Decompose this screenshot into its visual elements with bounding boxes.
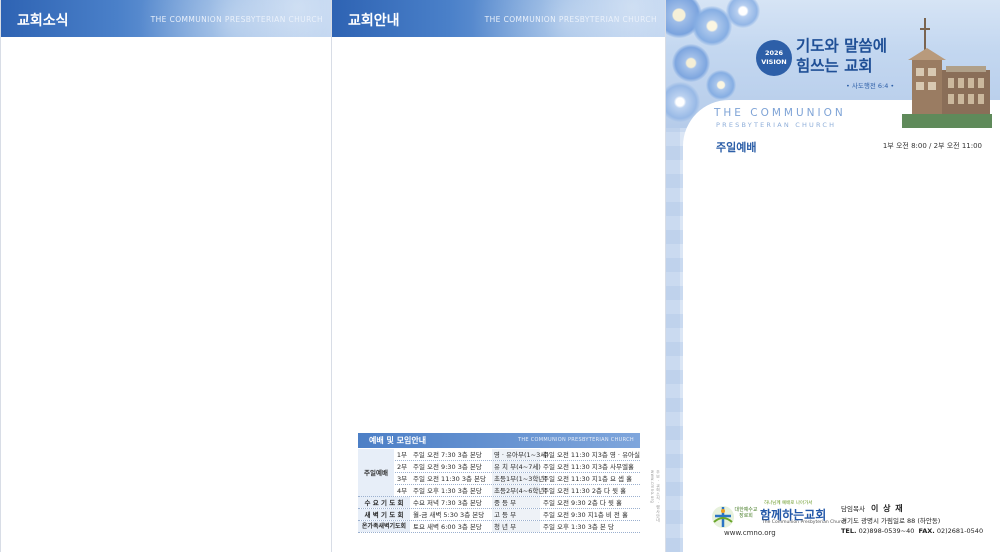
service-number: 2부 bbox=[396, 463, 408, 471]
logo-denomination: 대한예수교 장로회 bbox=[734, 507, 758, 519]
group-name: 초등2부(4~6학년) bbox=[492, 485, 547, 496]
fax-number: 02)2681-0540 bbox=[936, 527, 984, 535]
worship-schedule-table: 예배 및 모임안내 THE COMMUNION PRESBYTERIAN CHU… bbox=[358, 433, 640, 533]
service-time: 월-금 새벽 5:30 3층 본당 bbox=[413, 511, 485, 519]
pastor-info: 담임목사 이 상 재 bbox=[841, 503, 904, 514]
tel-number: 02)898-0539~40 bbox=[858, 527, 915, 535]
group-name: 유 치 부(4~7세) bbox=[492, 461, 541, 472]
worship-title: 주일예배 bbox=[716, 141, 757, 154]
page-church-guide: 교회안내 THE COMMUNION PRESBYTERIAN CHURCH 예… bbox=[332, 0, 666, 552]
contact-info: TEL. 02)898-0539~40 FAX. 02)2681-0540 bbox=[841, 527, 983, 535]
table-row: 온가족새벽기도회 토요 새벽 6:00 3층 본당 청 년 부 주일 오후 1:… bbox=[358, 521, 640, 533]
service-time: 토요 새벽 6:00 3층 본당 bbox=[413, 523, 482, 531]
vision-year: 2026 bbox=[764, 49, 784, 57]
group-time: 주일 오전 11:30 지3층 영 · 유아실 bbox=[542, 451, 641, 459]
header-bar: 교회소식 THE COMMUNION PRESBYTERIAN CHURCH bbox=[1, 0, 331, 37]
service-category: 수 요 기 도 회 bbox=[358, 497, 410, 508]
pastor-name: 이 상 재 bbox=[871, 504, 904, 513]
group-name: 중 등 부 bbox=[492, 497, 540, 508]
service-number: 3부 bbox=[396, 475, 408, 483]
vision-slogan: 기도와 말씀에 힘쓰는 교회 bbox=[796, 36, 887, 76]
website-link[interactable]: www.cmno.org bbox=[724, 529, 776, 537]
group-time: 주일 오전 9:30 2층 다 윗 홀 bbox=[543, 499, 622, 507]
pastor-label: 담임목사 bbox=[841, 505, 865, 513]
schedule-title: 예배 및 모임안내 bbox=[369, 436, 427, 445]
table-row: 1부 주일 오전 7:30 3층 본당 영 · 유아부(1~3세) 주일 오전 … bbox=[358, 449, 640, 461]
page-cover: 2026 VISION 기도와 말씀에 힘쓰는 교회 • 사도행전 6:4 • … bbox=[666, 0, 1000, 552]
page-subtitle: THE COMMUNION PRESBYTERIAN CHURCH bbox=[484, 15, 657, 24]
page-subtitle: THE COMMUNION PRESBYTERIAN CHURCH bbox=[150, 15, 323, 24]
group-time: 주일 오전 11:30 2층 다 윗 홀 bbox=[543, 487, 627, 495]
group-name: 고 등 부 bbox=[492, 509, 540, 520]
brand-name: THE COMMUNION bbox=[714, 107, 846, 119]
table-row: 4부 주일 오후 1:30 3층 본당 초등2부(4~6학년) 주일 오전 11… bbox=[358, 485, 640, 497]
side-note: 주보 · 교회소식 · 행사안내 www.cmno.org bbox=[650, 470, 661, 523]
table-row: 3부 주일 오전 11:30 3층 본당 초등1부(1~3학년) 주일 오전 1… bbox=[358, 473, 640, 485]
service-time: 주일 오전 9:30 3층 본당 bbox=[413, 463, 482, 471]
group-name: 영 · 유아부(1~3세) bbox=[491, 449, 549, 460]
church-building-illustration bbox=[902, 18, 992, 128]
group-time: 주일 오전 9:30 지1층 비 전 홀 bbox=[543, 511, 628, 519]
table-row: 수 요 기 도 회 수요 저녁 7:30 3층 본당 중 등 부 주일 오전 9… bbox=[358, 497, 640, 509]
table-row: 새 벽 기 도 회 월-금 새벽 5:30 3층 본당 고 등 부 주일 오전 … bbox=[358, 509, 640, 521]
service-time: 주일 오전 7:30 3층 본당 bbox=[412, 451, 482, 459]
vision-badge: 2026 VISION bbox=[756, 40, 792, 76]
worship-time: 1부 오전 8:00 / 2부 오전 11:00 bbox=[882, 142, 982, 150]
slogan-line-2: 힘쓰는 교회 bbox=[796, 57, 873, 75]
schedule-subtitle: THE COMMUNION PRESBYTERIAN CHURCH bbox=[518, 437, 634, 443]
service-number: 1부 bbox=[396, 451, 408, 459]
church-address: 경기도 광명시 가림일로 88 (하안동) bbox=[841, 517, 941, 525]
service-time: 수요 저녁 7:30 3층 본당 bbox=[413, 499, 482, 507]
service-category: 새 벽 기 도 회 bbox=[358, 509, 410, 520]
logo-english-name: The Communion Presbyterian Church bbox=[762, 520, 847, 525]
schedule-category-sunday: 주일예배 bbox=[358, 449, 394, 497]
bible-verse: • 사도행전 6:4 • bbox=[846, 82, 895, 90]
service-time: 주일 오후 1:30 3층 본당 bbox=[413, 487, 482, 495]
schedule-grid: 주일예배 1부 주일 오전 7:30 3층 본당 영 · 유아부(1~3세) 주… bbox=[358, 449, 640, 533]
group-time: 주일 오전 11:30 지1층 요 셉 홀 bbox=[543, 475, 633, 483]
page-church-news: 교회소식 THE COMMUNION PRESBYTERIAN CHURCH bbox=[0, 0, 332, 552]
tel-label: TEL. bbox=[841, 527, 857, 535]
service-time: 주일 오전 11:30 3층 본당 bbox=[413, 475, 486, 483]
service-number: 4부 bbox=[396, 487, 408, 495]
schedule-title-bar: 예배 및 모임안내 THE COMMUNION PRESBYTERIAN CHU… bbox=[358, 433, 640, 448]
flower-decoration bbox=[706, 70, 736, 100]
flower-decoration bbox=[672, 44, 710, 82]
table-row: 2부 주일 오전 9:30 3층 본당 유 치 부(4~7세) 주일 오전 11… bbox=[358, 461, 640, 473]
flower-decoration bbox=[726, 0, 760, 28]
group-time: 주일 오후 1:30 3층 본 당 bbox=[543, 523, 614, 531]
content-card bbox=[683, 100, 1000, 552]
page-title: 교회소식 bbox=[17, 13, 69, 29]
brand-subname: PRESBYTERIAN CHURCH bbox=[716, 121, 837, 129]
header-bar: 교회안내 THE COMMUNION PRESBYTERIAN CHURCH bbox=[332, 0, 665, 37]
group-name: 청 년 부 bbox=[492, 521, 540, 532]
vision-label: VISION bbox=[761, 58, 787, 66]
page-title: 교회안내 bbox=[348, 13, 400, 29]
fax-label: FAX. bbox=[918, 527, 935, 535]
service-category: 온가족새벽기도회 bbox=[358, 521, 410, 532]
slogan-line-1: 기도와 말씀에 bbox=[796, 37, 887, 55]
group-time: 주일 오전 11:30 지3층 사무엘홀 bbox=[543, 463, 634, 471]
group-name: 초등1부(1~3학년) bbox=[492, 473, 547, 484]
